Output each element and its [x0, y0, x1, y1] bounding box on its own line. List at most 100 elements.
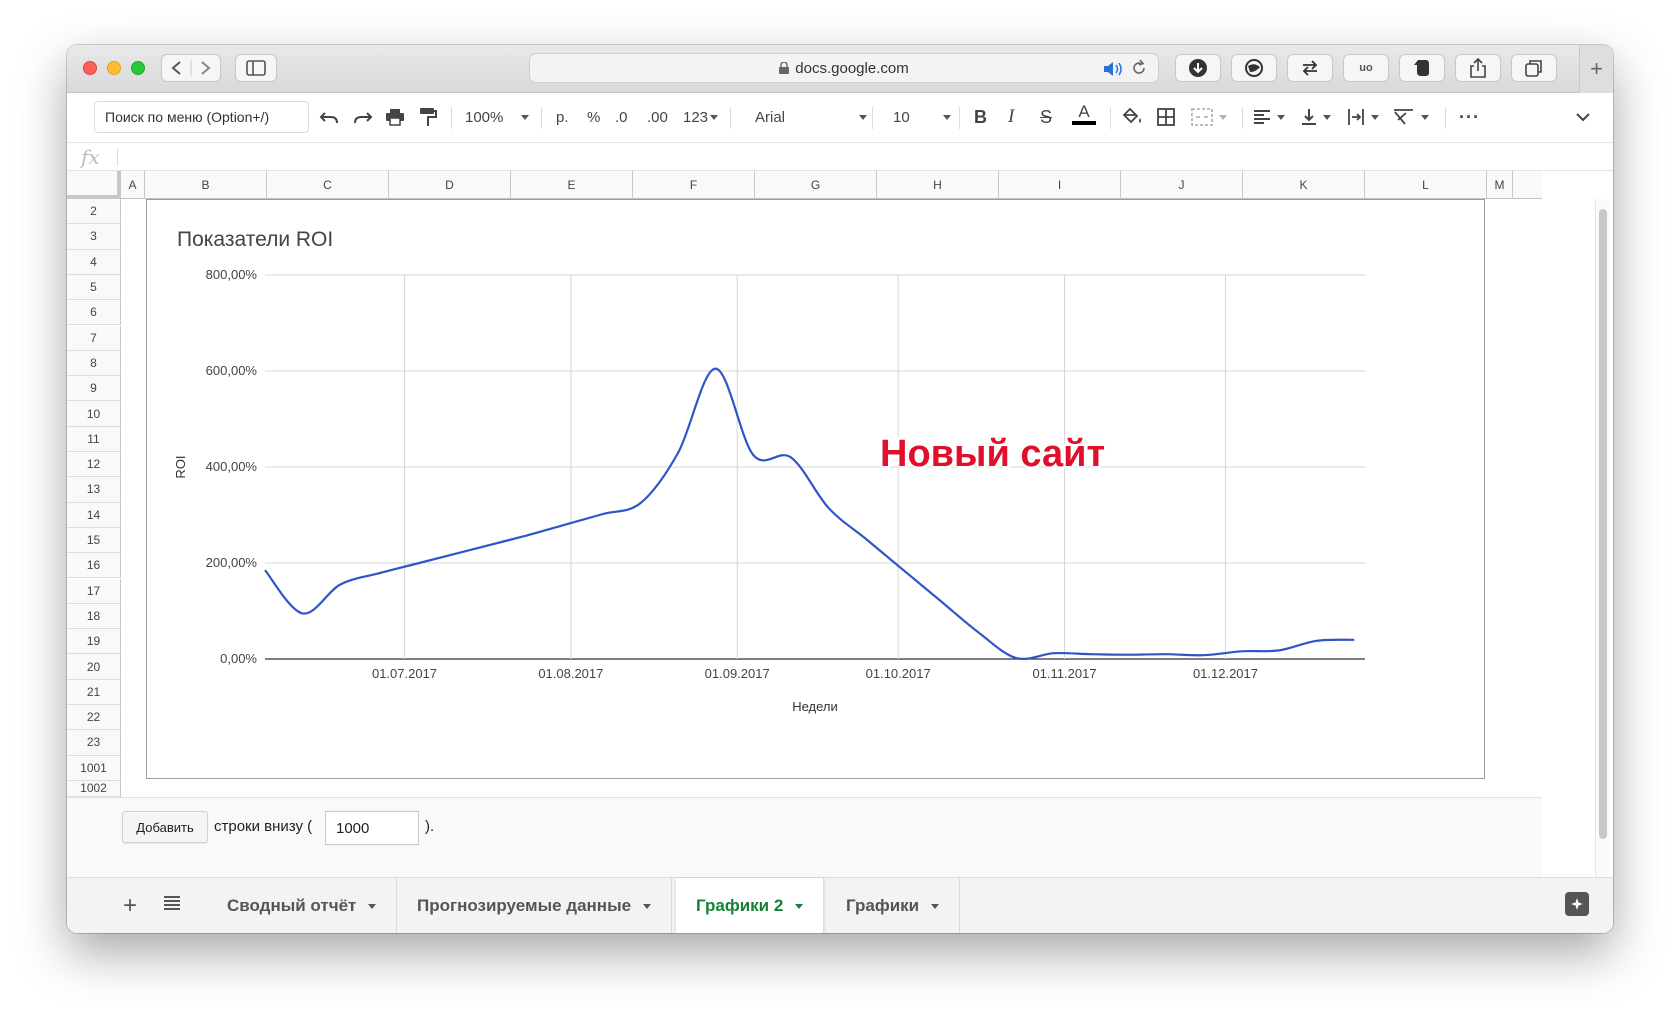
row-header[interactable]: 21: [67, 679, 121, 705]
roi-chart[interactable]: Показатели ROI 0,00% 200,00% 400,00% 600,00…: [146, 199, 1485, 779]
select-all-corner[interactable]: [67, 171, 121, 199]
column-header-f[interactable]: F: [633, 171, 755, 199]
paint-format-icon: [420, 108, 437, 126]
reload-icon[interactable]: [1130, 59, 1148, 77]
column-header-j[interactable]: J: [1121, 171, 1243, 199]
row-header[interactable]: 1002: [67, 780, 121, 797]
explore-button[interactable]: [1565, 892, 1589, 916]
sidebar-toggle-button[interactable]: [235, 54, 277, 82]
spreadsheet-grid[interactable]: A B C D E F G H I J K L M 2 3 4 5 6 7 8 …: [67, 171, 1542, 797]
horizontal-align-button[interactable]: [1253, 106, 1285, 128]
zoom-window-button[interactable]: [131, 61, 145, 75]
borders-icon: [1157, 108, 1175, 126]
extension-button-4[interactable]: [1399, 54, 1445, 82]
merge-cells-button[interactable]: [1191, 106, 1227, 128]
sheet-tab-charts-2[interactable]: Графики 2: [676, 878, 825, 933]
decrease-decimals-button[interactable]: .0: [615, 106, 628, 128]
column-header-m[interactable]: M: [1487, 171, 1513, 199]
row-header[interactable]: 9: [67, 376, 121, 402]
row-header[interactable]: 22: [67, 705, 121, 731]
column-header-a[interactable]: A: [121, 171, 145, 199]
back-forward-buttons[interactable]: [161, 54, 221, 82]
bold-button[interactable]: B: [974, 106, 987, 128]
row-header[interactable]: 23: [67, 730, 121, 756]
annotation-new-site: Новый сайт: [880, 433, 1106, 475]
percent-format-button[interactable]: %: [587, 106, 600, 128]
column-header-e[interactable]: E: [511, 171, 633, 199]
number-format-label: 123: [683, 108, 709, 126]
add-rows-count-input[interactable]: 1000: [325, 811, 419, 845]
row-header[interactable]: 6: [67, 300, 121, 326]
merge-cells-icon: [1191, 108, 1213, 126]
strikethrough-button[interactable]: S: [1040, 106, 1052, 128]
row-header[interactable]: 1001: [67, 755, 121, 781]
row-header[interactable]: 10: [67, 401, 121, 427]
vertical-align-button[interactable]: [1301, 106, 1331, 128]
collapse-toolbar-button[interactable]: [1575, 106, 1591, 128]
formula-bar[interactable]: fx: [67, 143, 1613, 171]
scrollbar-thumb[interactable]: [1599, 209, 1607, 839]
column-header-d[interactable]: D: [389, 171, 511, 199]
row-header[interactable]: 15: [67, 527, 121, 554]
share-button[interactable]: [1455, 54, 1501, 82]
text-wrapping-button[interactable]: [1347, 106, 1379, 128]
row-header[interactable]: 8: [67, 350, 121, 377]
sheet-tab-summary[interactable]: Сводный отчёт: [207, 878, 398, 933]
sheet-tab-forecast[interactable]: Прогнозируемые данные: [397, 878, 673, 933]
column-header-h[interactable]: H: [877, 171, 999, 199]
add-sheet-button[interactable]: +: [123, 892, 137, 920]
font-select[interactable]: Arial: [755, 106, 867, 128]
row-header[interactable]: 11: [67, 426, 121, 452]
address-bar[interactable]: docs.google.com: [529, 53, 1159, 83]
speaker-icon[interactable]: [1102, 60, 1124, 78]
row-header[interactable]: 2: [67, 199, 121, 225]
text-rotation-button[interactable]: [1393, 106, 1429, 128]
row-header[interactable]: 4: [67, 249, 121, 275]
italic-button[interactable]: I: [1008, 106, 1014, 128]
new-tab-button[interactable]: +: [1579, 45, 1613, 93]
menu-search-input[interactable]: Поиск по меню (Option+/): [94, 101, 309, 133]
paint-format-button[interactable]: [419, 106, 437, 128]
row-header[interactable]: 18: [67, 603, 121, 630]
extension-button-1[interactable]: [1231, 54, 1277, 82]
fill-color-button[interactable]: [1122, 106, 1144, 128]
number-format-select[interactable]: 123: [683, 106, 719, 128]
row-header[interactable]: 16: [67, 553, 121, 579]
row-header[interactable]: 12: [67, 452, 121, 478]
column-header-b[interactable]: B: [145, 171, 267, 199]
print-button[interactable]: [385, 106, 405, 128]
column-header-i[interactable]: I: [999, 171, 1121, 199]
all-sheets-list-icon[interactable]: [163, 895, 181, 911]
add-rows-button[interactable]: Добавить: [122, 811, 208, 843]
downloads-button[interactable]: [1175, 54, 1221, 82]
zoom-select[interactable]: 100%: [465, 106, 530, 128]
sheet-tab-charts[interactable]: Графики: [826, 878, 961, 933]
row-header[interactable]: 5: [67, 274, 121, 301]
undo-button[interactable]: [319, 106, 339, 128]
row-header[interactable]: 20: [67, 654, 121, 680]
row-header[interactable]: 7: [67, 325, 121, 351]
extension-button-2[interactable]: [1287, 54, 1333, 82]
row-header[interactable]: 3: [67, 224, 121, 250]
column-header-c[interactable]: C: [267, 171, 389, 199]
borders-button[interactable]: [1157, 106, 1175, 128]
close-window-button[interactable]: [83, 61, 97, 75]
column-header-g[interactable]: G: [755, 171, 877, 199]
row-header[interactable]: 19: [67, 629, 121, 655]
row-header[interactable]: 14: [67, 502, 121, 528]
text-color-button[interactable]: A: [1072, 103, 1096, 125]
evernote-icon: [1414, 60, 1429, 76]
redo-button[interactable]: [353, 106, 373, 128]
vertical-scrollbar[interactable]: [1595, 199, 1609, 919]
font-size-select[interactable]: 10: [893, 106, 951, 128]
more-options-button[interactable]: ···: [1459, 106, 1480, 128]
column-header-l[interactable]: L: [1365, 171, 1487, 199]
increase-decimals-button[interactable]: .00: [647, 106, 668, 128]
tabs-overview-button[interactable]: [1511, 54, 1557, 82]
column-header-k[interactable]: K: [1243, 171, 1365, 199]
row-header[interactable]: 13: [67, 477, 121, 503]
minimize-window-button[interactable]: [107, 61, 121, 75]
row-header[interactable]: 17: [67, 578, 121, 604]
extension-button-3[interactable]: uo: [1343, 54, 1389, 82]
currency-format-button[interactable]: р.: [556, 106, 569, 128]
